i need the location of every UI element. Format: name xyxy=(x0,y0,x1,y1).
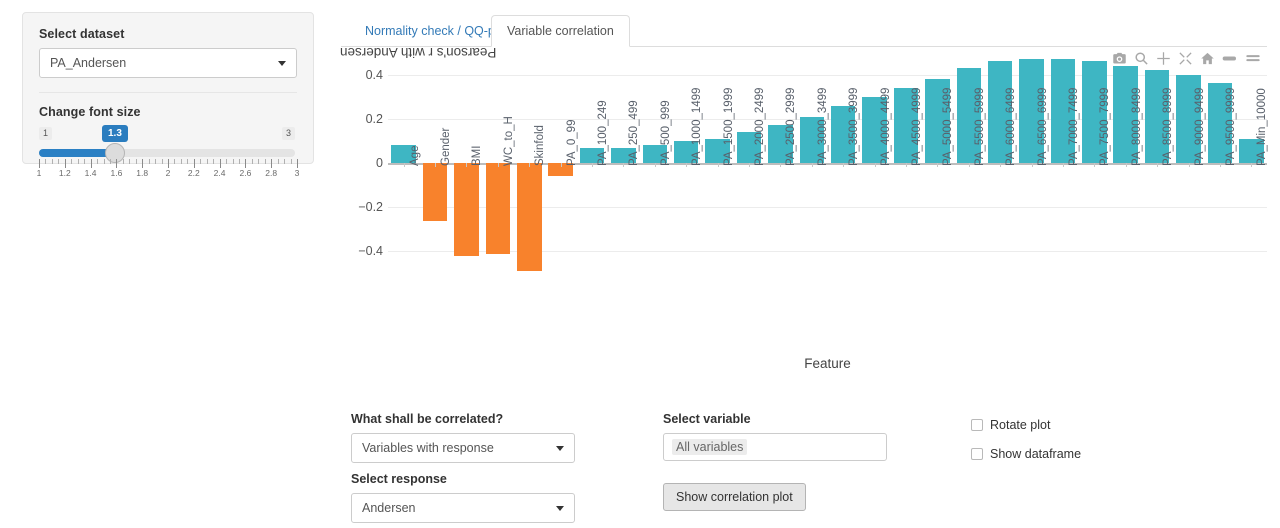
x-tick-label: PA_5500_5999 xyxy=(973,87,986,166)
x-tick-label: PA_1000_1499 xyxy=(691,87,704,166)
correlation-plot: Pearson's r with Andersen 0.4 0.2 0 −0.2 −0.… xyxy=(340,45,1269,393)
slider-value-badge: 1.3 xyxy=(103,126,127,141)
x-tick-label: PA_9000_9499 xyxy=(1193,87,1206,166)
slider-tick-label: 2 xyxy=(165,168,171,178)
checkbox-box[interactable] xyxy=(971,419,983,431)
y-tick-label: 0.4 xyxy=(365,67,383,82)
x-tick-label: PA_4500_4999 xyxy=(910,87,923,166)
slider-fill xyxy=(39,149,115,157)
checkbox-box[interactable] xyxy=(971,448,983,460)
dataset-select[interactable]: PA_Andersen xyxy=(39,48,297,78)
x-tick-label: PA_Min_10000 xyxy=(1256,88,1269,166)
correlate-control: What shall be correlated? Variables with… xyxy=(351,412,575,463)
variable-control: Select variable All variables Show corre… xyxy=(663,412,887,511)
correlate-select[interactable]: Variables with response xyxy=(351,433,575,463)
x-tick-label: PA_5000_5499 xyxy=(942,87,955,166)
x-tick-label: PA_0_99 xyxy=(565,119,578,166)
slider-tick-label: 1.2 xyxy=(58,168,71,178)
variable-label: Select variable xyxy=(663,412,751,426)
app-root: Select dataset PA_Andersen Change font s… xyxy=(0,0,1280,528)
show-dataframe-label: Show dataframe xyxy=(990,447,1082,461)
y-tick-label: −0.2 xyxy=(358,200,383,215)
slider-max-badge: 3 xyxy=(281,127,295,140)
chevron-down-icon xyxy=(278,61,286,66)
y-tick-label: 0 xyxy=(376,156,383,170)
slider-tick-label: 2.6 xyxy=(239,168,252,178)
x-tick-label: PA_500_999 xyxy=(659,100,672,166)
x-tick-label: PA_1500_1999 xyxy=(722,87,735,166)
y-axis-tick-labels: 0.4 0.2 0 −0.2 −0.4 xyxy=(341,48,383,278)
response-select-value: Andersen xyxy=(362,501,416,515)
slider-tick-label: 1.6 xyxy=(110,168,123,178)
font-size-slider[interactable]: 1 3 1.3 1 1.2 1.4 1.6 1.8 2 2.2 2.4 2.6 2.8 3 xyxy=(36,126,300,180)
rotate-plot-checkbox[interactable]: Rotate plot xyxy=(971,418,1171,432)
slider-tick-label: 1.4 xyxy=(84,168,97,178)
x-tick-label: PA_9500_9999 xyxy=(1224,87,1237,166)
slider-tick-label: 1 xyxy=(36,168,42,178)
x-tick-label: Skinfold xyxy=(534,125,547,166)
sidebar-divider xyxy=(39,92,297,93)
variable-select-input[interactable]: All variables xyxy=(663,433,887,461)
x-tick-label: PA_8000_8499 xyxy=(1130,87,1143,166)
slider-tick-label: 3 xyxy=(294,168,300,178)
x-tick-label: PA_250_499 xyxy=(628,100,641,166)
x-tick-label: PA_4000_4499 xyxy=(879,87,892,166)
slider-tick-label: 2.4 xyxy=(213,168,226,178)
tab-bar: Normality check / QQ-plot Variable corre… xyxy=(341,15,1267,47)
x-axis-tick-labels: Age Gender BMI WC_to_H Skinfold PA_0_99 PA_100… xyxy=(388,88,1269,276)
x-tick-label: PA_2500_2999 xyxy=(785,87,798,166)
plot-options: Rotate plot Show dataframe xyxy=(971,418,1171,476)
x-tick-label: PA_100_249 xyxy=(597,100,610,166)
x-tick-label: PA_6500_6999 xyxy=(1036,87,1049,166)
slider-min-badge: 1 xyxy=(39,127,53,140)
change-font-size-label: Change font size xyxy=(39,105,141,119)
dataset-select-value: PA_Andersen xyxy=(50,56,127,70)
sidebar-panel: Select dataset PA_Andersen Change font s… xyxy=(22,12,314,178)
show-correlation-plot-button[interactable]: Show correlation plot xyxy=(663,483,806,511)
x-tick-label: PA_7000_7499 xyxy=(1067,87,1080,166)
tab-variable-correlation[interactable]: Variable correlation xyxy=(491,15,630,47)
x-tick-label: PA_3000_3499 xyxy=(816,87,829,166)
slider-ruler-labels: 1 1.2 1.4 1.6 1.8 2 2.2 2.4 2.6 2.8 3 xyxy=(36,168,300,180)
x-tick-label: PA_7500_7999 xyxy=(1099,87,1112,166)
response-control: Select response Andersen xyxy=(351,472,575,523)
x-tick-label: PA_8500_8999 xyxy=(1162,87,1175,166)
correlate-select-value: Variables with response xyxy=(362,441,494,455)
response-label: Select response xyxy=(351,472,447,486)
select-dataset-label: Select dataset xyxy=(39,27,125,41)
x-axis-title: Feature xyxy=(804,356,851,371)
slider-tick-label: 1.8 xyxy=(136,168,149,178)
slider-tick-label: 2.8 xyxy=(265,168,278,178)
variable-selected-chip: All variables xyxy=(672,439,748,455)
x-tick-label: Age xyxy=(408,145,421,166)
slider-tick-label: 2.2 xyxy=(187,168,200,178)
correlate-label: What shall be correlated? xyxy=(351,412,504,426)
rotate-plot-label: Rotate plot xyxy=(990,418,1051,432)
x-tick-label: Gender xyxy=(440,127,453,166)
x-tick-label: PA_3500_3999 xyxy=(848,87,861,166)
chevron-down-icon xyxy=(556,506,564,511)
x-tick-label: PA_6000_6499 xyxy=(1005,87,1018,166)
x-tick-label: WC_to_H xyxy=(502,116,515,166)
chevron-down-icon xyxy=(556,446,564,451)
y-tick-label: −0.4 xyxy=(358,244,383,259)
y-tick-label: 0.2 xyxy=(365,111,383,126)
x-tick-label: BMI xyxy=(471,145,484,166)
show-dataframe-checkbox[interactable]: Show dataframe xyxy=(971,447,1171,461)
x-tick-label: PA_2000_2499 xyxy=(754,87,767,166)
response-select[interactable]: Andersen xyxy=(351,493,575,523)
